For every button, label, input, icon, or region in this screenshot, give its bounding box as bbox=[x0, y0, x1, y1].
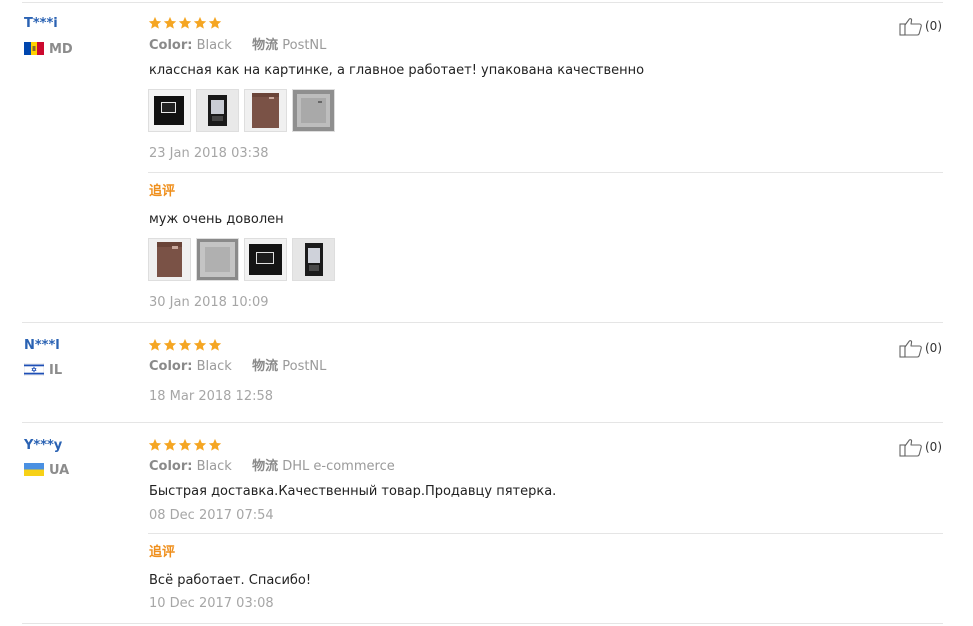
logistics-label: 物流 bbox=[252, 38, 279, 53]
star-icon bbox=[148, 338, 162, 352]
star-rating bbox=[148, 338, 222, 352]
helpful-count: (0) bbox=[925, 341, 942, 355]
review-photo[interactable] bbox=[292, 89, 335, 132]
star-icon bbox=[193, 338, 207, 352]
review-photo[interactable] bbox=[196, 238, 239, 281]
review-photo[interactable] bbox=[292, 238, 335, 281]
order-info: Color: Black 物流 PostNL bbox=[149, 359, 326, 375]
additional-feedback-text: муж очень доволен bbox=[149, 212, 284, 227]
star-icon bbox=[163, 338, 177, 352]
helpful-button[interactable]: (0) bbox=[899, 437, 942, 457]
additional-feedback-date: 30 Jan 2018 10:09 bbox=[149, 295, 269, 310]
buyer-name[interactable]: T***i bbox=[24, 16, 58, 32]
order-info: Color: Black 物流 PostNL bbox=[149, 38, 326, 54]
thumbs-up-icon bbox=[899, 437, 923, 457]
logistics-label: 物流 bbox=[252, 359, 279, 374]
star-icon bbox=[208, 338, 222, 352]
buyer-country: IL bbox=[24, 363, 62, 379]
review-text: классная как на картинке, а главное рабо… bbox=[149, 63, 645, 78]
star-icon bbox=[178, 338, 192, 352]
feedback-item: T***i MD Color: Black 物流 PostNL классная… bbox=[0, 0, 973, 322]
star-icon bbox=[163, 438, 177, 452]
additional-feedback-text: Всё работает. Спасибо! bbox=[149, 573, 312, 588]
review-text: Быстрая доставка.Качественный товар.Прод… bbox=[149, 484, 557, 499]
color-label: Color: bbox=[149, 459, 193, 474]
star-icon bbox=[178, 438, 192, 452]
star-rating bbox=[148, 438, 222, 452]
buyer-country: UA bbox=[24, 463, 69, 479]
md-flag-icon bbox=[24, 42, 44, 55]
buyer-name[interactable]: N***l bbox=[24, 338, 60, 354]
star-icon bbox=[163, 16, 177, 30]
star-rating bbox=[148, 16, 222, 30]
review-date: 18 Mar 2018 12:58 bbox=[149, 389, 274, 404]
star-icon bbox=[193, 16, 207, 30]
additional-feedback-label: 追评 bbox=[149, 545, 176, 560]
review-photo[interactable] bbox=[244, 89, 287, 132]
color-value: Black bbox=[196, 459, 232, 474]
color-label: Color: bbox=[149, 38, 193, 53]
logistics-value: DHL e-commerce bbox=[282, 459, 395, 474]
star-icon bbox=[178, 16, 192, 30]
logistics-value: PostNL bbox=[282, 359, 327, 374]
additional-divider bbox=[148, 172, 943, 173]
country-code: UA bbox=[49, 463, 70, 478]
star-icon bbox=[148, 438, 162, 452]
logistics-value: PostNL bbox=[282, 38, 327, 53]
helpful-button[interactable]: (0) bbox=[899, 338, 942, 358]
additional-photos bbox=[148, 238, 335, 281]
il-flag-icon bbox=[24, 363, 44, 376]
helpful-button[interactable]: (0) bbox=[899, 16, 942, 36]
country-code: MD bbox=[49, 42, 73, 57]
row-divider bbox=[22, 623, 943, 624]
review-date: 08 Dec 2017 07:54 bbox=[149, 508, 274, 523]
color-value: Black bbox=[196, 38, 232, 53]
review-photos bbox=[148, 89, 335, 132]
color-value: Black bbox=[196, 359, 232, 374]
review-date: 23 Jan 2018 03:38 bbox=[149, 146, 269, 161]
thumbs-up-icon bbox=[899, 338, 923, 358]
feedback-list: T***i MD Color: Black 物流 PostNL классная… bbox=[0, 0, 973, 626]
review-photo[interactable] bbox=[148, 238, 191, 281]
review-photo[interactable] bbox=[196, 89, 239, 132]
country-code: IL bbox=[49, 363, 63, 378]
order-info: Color: Black 物流 DHL e-commerce bbox=[149, 459, 395, 475]
additional-feedback-date: 10 Dec 2017 03:08 bbox=[149, 596, 274, 611]
star-icon bbox=[193, 438, 207, 452]
feedback-item: N***l IL Color: Black 物流 PostNL 18 Mar 2… bbox=[0, 322, 973, 422]
logistics-label: 物流 bbox=[252, 459, 279, 474]
review-photo[interactable] bbox=[148, 89, 191, 132]
buyer-country: MD bbox=[24, 42, 73, 58]
thumbs-up-icon bbox=[899, 16, 923, 36]
buyer-name[interactable]: Y***y bbox=[24, 438, 62, 454]
star-icon bbox=[208, 438, 222, 452]
star-icon bbox=[148, 16, 162, 30]
review-photo[interactable] bbox=[244, 238, 287, 281]
helpful-count: (0) bbox=[925, 19, 942, 33]
ua-flag-icon bbox=[24, 463, 44, 476]
feedback-item: Y***y UA Color: Black 物流 DHL e-commerce … bbox=[0, 422, 973, 624]
color-label: Color: bbox=[149, 359, 193, 374]
additional-feedback-label: 追评 bbox=[149, 184, 176, 199]
helpful-count: (0) bbox=[925, 440, 942, 454]
additional-divider bbox=[148, 533, 943, 534]
star-icon bbox=[208, 16, 222, 30]
